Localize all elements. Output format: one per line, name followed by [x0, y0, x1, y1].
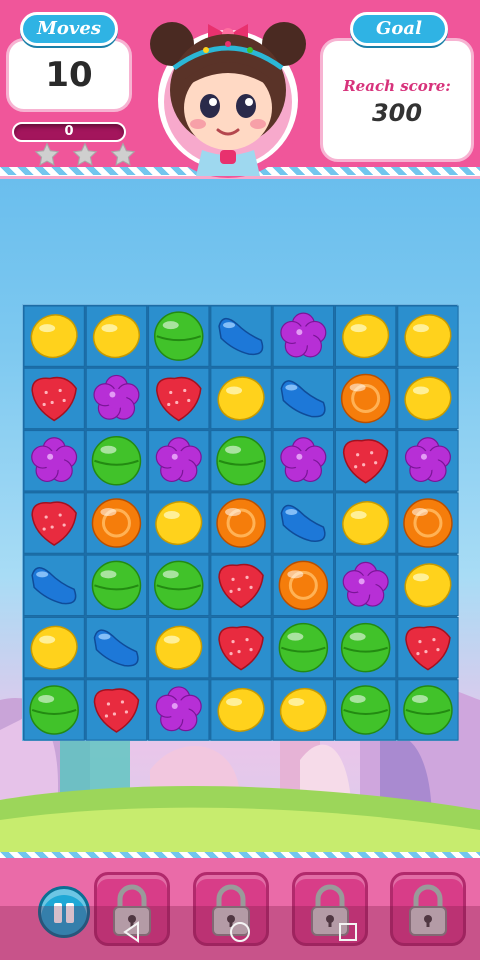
green-round-candy-icon[interactable]	[148, 554, 210, 616]
purple-flower-candy-icon[interactable]	[85, 367, 148, 430]
star-icon	[72, 142, 98, 166]
red-strawberry-candy-icon[interactable]	[397, 617, 459, 679]
green-round-candy-icon[interactable]	[148, 305, 210, 367]
yellow-lemon-candy-icon[interactable]	[210, 679, 272, 741]
yellow-lemon-candy-icon[interactable]	[85, 305, 148, 367]
orange-round-candy-icon[interactable]	[335, 367, 397, 430]
goal-label: Goal	[350, 12, 448, 46]
blue-jellybean-candy-icon[interactable]	[23, 554, 85, 616]
blue-jellybean-candy-icon[interactable]	[272, 367, 334, 430]
score-progress-bar: 0	[12, 122, 126, 142]
yellow-lemon-candy-icon[interactable]	[335, 492, 397, 554]
yellow-lemon-candy-icon[interactable]	[210, 367, 272, 430]
red-strawberry-candy-icon[interactable]	[335, 430, 397, 492]
character-avatar	[150, 22, 306, 178]
blue-jellybean-candy-icon[interactable]	[272, 492, 334, 554]
star-icon	[34, 142, 60, 166]
yellow-lemon-candy-icon[interactable]	[23, 305, 85, 367]
back-triangle-icon[interactable]	[118, 918, 146, 946]
purple-flower-candy-icon[interactable]	[335, 554, 397, 616]
yellow-lemon-candy-icon[interactable]	[23, 617, 85, 679]
orange-round-candy-icon[interactable]	[397, 492, 459, 554]
purple-flower-candy-icon[interactable]	[148, 679, 210, 741]
purple-flower-candy-icon[interactable]	[23, 430, 85, 492]
green-round-candy-icon[interactable]	[335, 617, 397, 679]
red-strawberry-candy-icon[interactable]	[23, 492, 85, 554]
game-board[interactable]	[22, 304, 459, 742]
yellow-lemon-candy-icon[interactable]	[148, 492, 210, 554]
red-strawberry-candy-icon[interactable]	[210, 617, 272, 679]
green-round-candy-icon[interactable]	[272, 617, 334, 679]
yellow-lemon-candy-icon[interactable]	[397, 305, 459, 367]
orange-round-candy-icon[interactable]	[210, 492, 272, 554]
red-strawberry-candy-icon[interactable]	[148, 367, 210, 430]
green-round-candy-icon[interactable]	[23, 679, 85, 741]
orange-round-candy-icon[interactable]	[272, 554, 334, 616]
star-rating	[30, 142, 140, 168]
yellow-lemon-candy-icon[interactable]	[148, 617, 210, 679]
goal-text: Reach score:	[343, 77, 451, 95]
star-icon	[110, 142, 136, 166]
goal-panel: Reach score: 300	[320, 38, 474, 162]
red-strawberry-candy-icon[interactable]	[210, 554, 272, 616]
yellow-lemon-candy-icon[interactable]	[397, 367, 459, 430]
green-round-candy-icon[interactable]	[85, 430, 148, 492]
moves-panel: 10	[6, 38, 132, 112]
purple-flower-candy-icon[interactable]	[272, 305, 334, 367]
purple-flower-candy-icon[interactable]	[397, 430, 459, 492]
red-strawberry-candy-icon[interactable]	[85, 679, 148, 741]
purple-flower-candy-icon[interactable]	[272, 430, 334, 492]
purple-flower-candy-icon[interactable]	[148, 430, 210, 492]
goal-target-score: 300	[371, 99, 423, 127]
red-strawberry-candy-icon[interactable]	[23, 367, 85, 430]
green-round-candy-icon[interactable]	[85, 554, 148, 616]
green-round-candy-icon[interactable]	[335, 679, 397, 741]
orange-round-candy-icon[interactable]	[85, 492, 148, 554]
yellow-lemon-candy-icon[interactable]	[272, 679, 334, 741]
yellow-lemon-candy-icon[interactable]	[397, 554, 459, 616]
blue-jellybean-candy-icon[interactable]	[210, 305, 272, 367]
moves-counter: 10	[45, 55, 93, 95]
score-value: 0	[64, 124, 74, 139]
green-round-candy-icon[interactable]	[210, 430, 272, 492]
green-round-candy-icon[interactable]	[397, 679, 459, 741]
candy-grid[interactable]	[23, 305, 459, 742]
recents-square-icon[interactable]	[334, 918, 362, 946]
yellow-lemon-candy-icon[interactable]	[335, 305, 397, 367]
blue-jellybean-candy-icon[interactable]	[85, 617, 148, 679]
moves-label: Moves	[20, 12, 118, 46]
home-circle-icon[interactable]	[226, 918, 254, 946]
